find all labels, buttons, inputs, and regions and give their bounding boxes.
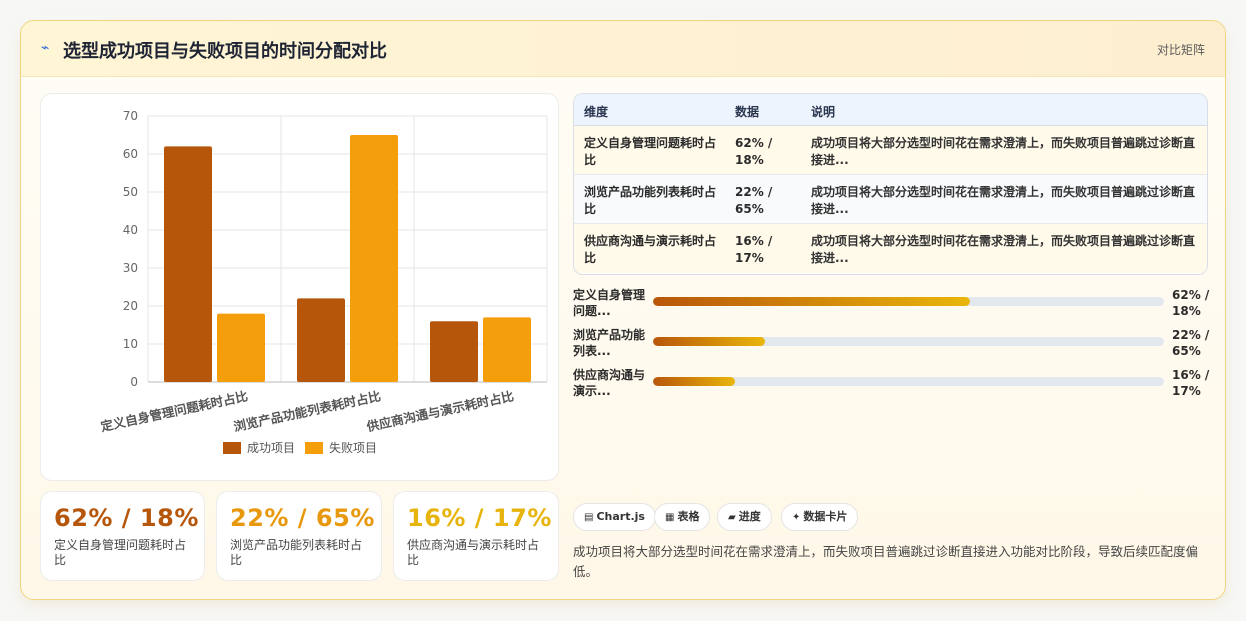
table-row: 定义自身管理问题耗时占比 62% / 18% 成功项目将大部分选型时间花在需求澄… <box>574 126 1207 175</box>
table-icon: ▦ <box>665 512 675 523</box>
table-row: 供应商沟通与演示耗时占比 16% / 17% 成功项目将大部分选型时间花在需求澄… <box>574 224 1207 273</box>
progress-fill <box>653 297 970 306</box>
card-header: ⌁ 选型成功项目与失败项目的时间分配对比 对比矩阵 <box>21 21 1225 77</box>
y-tick-label: 70 <box>123 109 138 123</box>
bar <box>350 135 398 382</box>
progress-value: 22% / 65% <box>1172 328 1210 358</box>
stat-value: 16% / 17% <box>407 504 552 532</box>
progress-label: 浏览产品功能列表... <box>573 328 646 358</box>
progress-value: 16% / 17% <box>1172 368 1210 398</box>
x-tick-label: 供应商沟通与演示耗时占比 <box>364 388 515 434</box>
stat-card-3: 16% / 17% 供应商沟通与演示耗时占比 <box>393 491 559 581</box>
y-tick-label: 20 <box>123 299 138 313</box>
cell-description: 成功项目将大部分选型时间花在需求澄清上，而失败项目普遍跳过诊断直接进... <box>811 234 1196 265</box>
cell-dimension: 浏览产品功能列表耗时占比 <box>584 185 717 216</box>
tag-data-card[interactable]: ✦ 数据卡片 <box>781 503 859 531</box>
progress-track <box>653 377 1164 386</box>
cell-dimension: 供应商沟通与演示耗时占比 <box>584 234 717 265</box>
progress-row-1: 定义自身管理问题... 62% / 18% <box>573 287 1213 323</box>
stat-label: 浏览产品功能列表耗时占比 <box>230 538 363 567</box>
stat-value: 22% / 65% <box>230 504 375 532</box>
x-tick-label: 浏览产品功能列表耗时占比 <box>232 388 382 434</box>
sparkle-icon: ✦ <box>792 512 801 523</box>
progress-fill <box>653 337 766 346</box>
data-table: 维度 数据 说明 定义自身管理问题耗时占比 62% / 18% 成功项目将大部分… <box>573 93 1208 275</box>
y-tick-label: 10 <box>123 337 138 351</box>
cell-dimension: 定义自身管理问题耗时占比 <box>584 136 717 167</box>
cell-description: 成功项目将大部分选型时间花在需求澄清上，而失败项目普遍跳过诊断直接进... <box>811 185 1196 216</box>
tag-progress[interactable]: ▰ 进度 <box>717 503 772 531</box>
bar <box>164 146 212 382</box>
table-row: 浏览产品功能列表耗时占比 22% / 65% 成功项目将大部分选型时间花在需求澄… <box>574 175 1207 224</box>
legend-label: 成功项目 <box>247 441 295 455</box>
legend-swatch <box>223 442 241 454</box>
y-tick-label: 50 <box>123 185 138 199</box>
card-type-badge: 对比矩阵 <box>1156 43 1205 57</box>
y-tick-label: 40 <box>123 223 138 237</box>
progress-label: 供应商沟通与演示... <box>573 368 646 398</box>
bar <box>297 298 345 382</box>
progress-fill <box>653 377 735 386</box>
stat-label: 供应商沟通与演示耗时占比 <box>407 538 540 567</box>
bar <box>430 321 478 382</box>
x-tick-label: 定义自身管理问题耗时占比 <box>98 388 249 434</box>
column-header-description: 说明 <box>811 105 836 119</box>
column-header-dimension: 维度 <box>584 105 609 119</box>
card-title: 选型成功项目与失败项目的时间分配对比 <box>63 41 387 62</box>
chart-icon: ⌁ <box>41 40 50 56</box>
cell-description: 成功项目将大部分选型时间花在需求澄清上，而失败项目普遍跳过诊断直接进... <box>811 136 1196 167</box>
chart-icon: ▤ <box>584 512 594 523</box>
column-header-data: 数据 <box>735 105 760 119</box>
legend-swatch <box>305 442 323 454</box>
summary-text: 成功项目将大部分选型时间花在需求澄清上，而失败项目普遍跳过诊断直接进入功能对比阶… <box>573 544 1199 579</box>
tag-label: 进度 <box>738 510 761 523</box>
cell-data: 22% / 65% <box>735 185 773 216</box>
y-tick-label: 60 <box>123 147 138 161</box>
tag-label: 表格 <box>677 510 700 523</box>
progress-icon: ▰ <box>728 512 736 523</box>
tag-table[interactable]: ▦ 表格 <box>654 503 711 531</box>
cell-data: 16% / 17% <box>735 234 773 265</box>
y-tick-label: 0 <box>130 375 138 389</box>
stat-card-2: 22% / 65% 浏览产品功能列表耗时占比 <box>216 491 382 581</box>
stat-value: 62% / 18% <box>54 504 199 532</box>
progress-track <box>653 297 1164 306</box>
comparison-card: ⌁ 选型成功项目与失败项目的时间分配对比 对比矩阵 0 10 20 30 40 50 60 7… <box>20 20 1226 600</box>
bar-chart-panel: 0 10 20 30 40 50 60 70 定义自身管理问题耗时占比 浏览产品功能列表耗时占比供… <box>40 93 559 481</box>
progress-value: 62% / 18% <box>1172 288 1210 318</box>
stat-label: 定义自身管理问题耗时占比 <box>54 538 187 567</box>
table-header: 维度 数据 说明 <box>574 94 1207 126</box>
progress-track <box>653 337 1164 346</box>
y-tick-label: 30 <box>123 261 138 275</box>
stat-card-1: 62% / 18% 定义自身管理问题耗时占比 <box>40 491 205 581</box>
bar-chart: 0 10 20 30 40 50 60 70 定义自身管理问题耗时占比浏览产品功能列表耗时占比供… <box>98 109 548 455</box>
cell-data: 62% / 18% <box>735 136 773 167</box>
progress-row-2: 浏览产品功能列表... 22% / 65% <box>573 327 1213 363</box>
bar <box>483 317 531 382</box>
tag-chartjs[interactable]: ▤ Chart.js <box>573 503 656 531</box>
legend-label: 失败项目 <box>329 440 377 455</box>
tag-label: 数据卡片 <box>803 510 848 523</box>
progress-label: 定义自身管理问题... <box>573 288 646 318</box>
bar <box>217 313 265 382</box>
tag-label: Chart.js <box>596 510 645 523</box>
progress-row-3: 供应商沟通与演示... 16% / 17% <box>573 367 1213 403</box>
